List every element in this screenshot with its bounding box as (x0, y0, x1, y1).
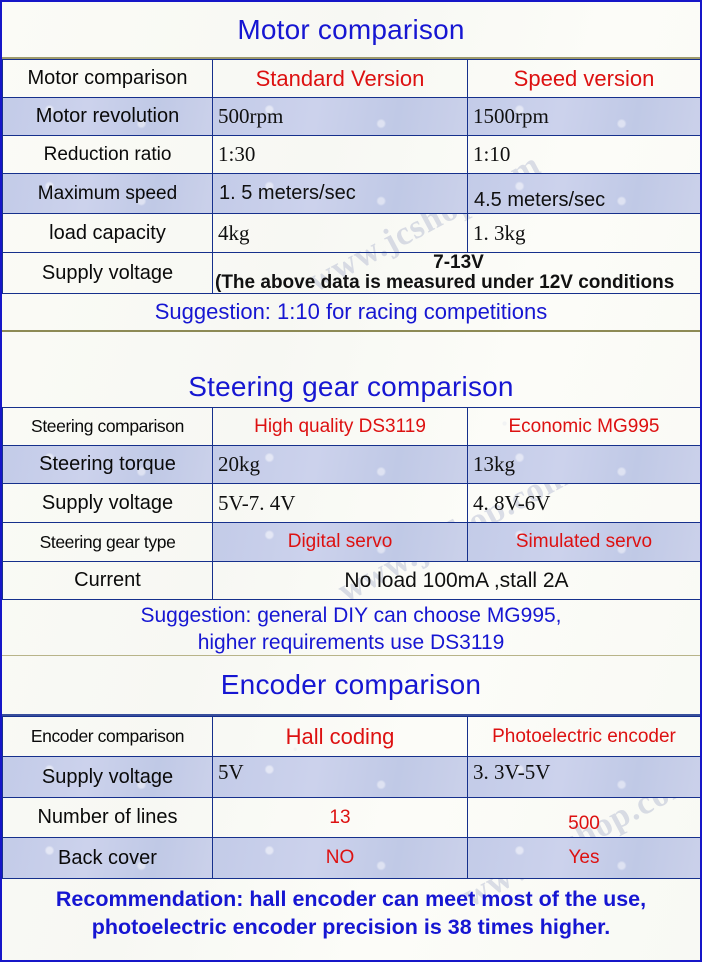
encoder-recommendation-line2: photoelectric encoder precision is 38 ti… (91, 914, 611, 939)
steering-header-label: Steering comparison (2, 407, 213, 446)
steering-section-title: Steering gear comparison (188, 371, 514, 402)
table-row: load capacity 4kg 1. 3kg (2, 213, 700, 253)
encoder-recommendation-line1: Recommendation: hall encoder can meet mo… (55, 887, 647, 911)
table-row-merged: Current No load 100mA ,stall 2A (2, 561, 700, 600)
motor-header-speed: Speed version (467, 59, 700, 98)
row-value-hall: NO (212, 837, 468, 879)
motor-comparison-table: Motor comparison Standard Version Speed … (2, 59, 700, 294)
encoder-section-title-bar: Encoder comparison (2, 656, 700, 714)
row-value-speed: 4.5 meters/sec (467, 173, 700, 214)
table-row: Maximum speed 1. 5 meters/sec 4.5 meters… (2, 173, 700, 214)
row-label: Current (2, 561, 213, 600)
row-label: Maximum speed (2, 173, 213, 214)
row-value-standard: 1. 5 meters/sec (212, 173, 468, 214)
steering-header-ds3119: High quality DS3119 (212, 407, 468, 446)
row-value-standard: 1:30 (212, 135, 468, 174)
encoder-comparison-table: Encoder comparison Hall coding Photoelec… (2, 716, 700, 879)
table-row: Number of lines 13 500 (2, 797, 700, 838)
row-label: Steering torque (2, 445, 213, 484)
table-row: Steering gear type Digital servo Simulat… (2, 522, 700, 562)
row-value-standard: 4kg (212, 213, 468, 253)
row-label: Reduction ratio (2, 135, 213, 174)
steering-section-title-bar: Steering gear comparison (2, 332, 700, 407)
encoder-header-photoelectric: Photoelectric encoder (467, 716, 700, 757)
row-value-mg995: 13kg (467, 445, 700, 484)
table-header-row: Motor comparison Standard Version Speed … (2, 59, 700, 98)
row-label: Supply voltage (2, 252, 213, 294)
row-label: load capacity (2, 213, 213, 253)
table-row-merged: Supply voltage 7-13V (The above data is … (2, 252, 700, 294)
table-row: Back cover NO Yes (2, 837, 700, 879)
motor-suggestion-bar: Suggestion: 1:10 for racing competitions (2, 294, 700, 332)
encoder-recommendation-bar: Recommendation: hall encoder can meet mo… (2, 879, 700, 947)
row-value-mg995: Simulated servo (467, 522, 700, 562)
table-row: Supply voltage 5V 3. 3V-5V (2, 756, 700, 798)
supply-voltage-value: 7-13V (433, 252, 484, 274)
row-value-photoelectric: 500 (467, 797, 700, 838)
row-value-speed: 1500rpm (467, 97, 700, 136)
steering-comparison-table: Steering comparison High quality DS3119 … (2, 407, 700, 600)
row-value-ds3119: Digital servo (212, 522, 468, 562)
row-value-speed: 1. 3kg (467, 213, 700, 253)
row-value-photoelectric: 3. 3V-5V (467, 756, 700, 798)
steering-suggestion-bar: Suggestion: general DIY can choose MG995… (2, 600, 700, 656)
steering-header-mg995: Economic MG995 (467, 407, 700, 446)
table-row: Motor revolution 500rpm 1500rpm (2, 97, 700, 136)
row-label: Steering gear type (2, 522, 213, 562)
row-value-speed: 1:10 (467, 135, 700, 174)
row-value-photoelectric: Yes (467, 837, 700, 879)
encoder-header-label: Encoder comparison (2, 716, 213, 757)
row-label: Number of lines (2, 797, 213, 838)
steering-suggestion-line1: Suggestion: general DIY can choose MG995… (140, 604, 562, 627)
motor-header-label: Motor comparison (2, 59, 213, 98)
motor-section-title: Motor comparison (237, 13, 465, 45)
row-value-ds3119: 5V-7. 4V (212, 483, 468, 523)
steering-suggestion-line2: higher requirements use DS3119 (197, 630, 505, 654)
motor-section-title-bar: Motor comparison (2, 2, 700, 57)
row-value-standard: 500rpm (212, 97, 468, 136)
current-value: No load 100mA ,stall 2A (212, 561, 700, 600)
table-header-row: Steering comparison High quality DS3119 … (2, 407, 700, 446)
row-value-mg995: 4. 8V-6V (467, 483, 700, 523)
row-label: Motor revolution (2, 97, 213, 136)
encoder-section-title: Encoder comparison (220, 669, 482, 700)
motor-suggestion-text: Suggestion: 1:10 for racing competitions (154, 298, 548, 324)
table-row: Supply voltage 5V-7. 4V 4. 8V-6V (2, 483, 700, 523)
supply-voltage-merged-cell: 7-13V (The above data is measured under … (212, 252, 700, 294)
row-value-hall: 5V (212, 756, 468, 798)
table-header-row: Encoder comparison Hall coding Photoelec… (2, 716, 700, 757)
row-label: Supply voltage (2, 756, 213, 798)
row-value-hall: 13 (212, 797, 468, 838)
encoder-header-hall: Hall coding (212, 716, 468, 757)
row-value-ds3119: 20kg (212, 445, 468, 484)
row-label: Supply voltage (2, 483, 213, 523)
row-label: Back cover (2, 837, 213, 879)
supply-voltage-note: (The above data is measured under 12V co… (215, 272, 675, 293)
motor-header-standard: Standard Version (212, 59, 468, 98)
comparison-sheet: www.jcshop.com www.jcshop.com www.jcshop… (0, 0, 702, 962)
table-row: Reduction ratio 1:30 1:10 (2, 135, 700, 174)
table-row: Steering torque 20kg 13kg (2, 445, 700, 484)
